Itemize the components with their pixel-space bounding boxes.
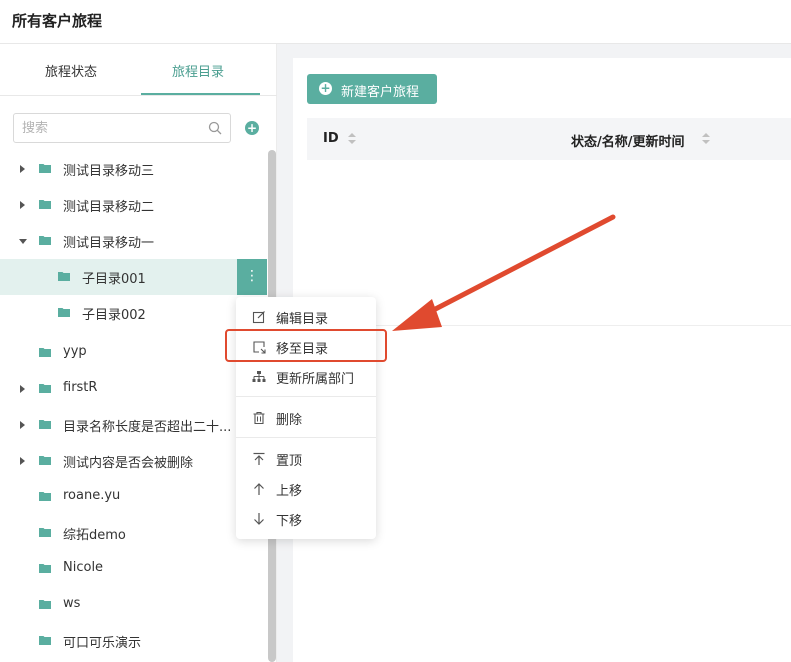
- tree-item-label: roane.yu: [63, 488, 121, 503]
- tree-item-label: firstR: [63, 380, 98, 395]
- tree-item[interactable]: 测试目录移动一: [0, 223, 267, 259]
- caret-right-icon[interactable]: [20, 201, 25, 209]
- folder-icon: [39, 348, 51, 357]
- tree-item-label: 子目录001: [82, 272, 146, 287]
- active-tab-indicator: [141, 93, 260, 95]
- new-journey-button[interactable]: + 新建客户旅程: [307, 74, 437, 104]
- search-icon[interactable]: [208, 121, 222, 135]
- menu-item-label: 更新所属部门: [276, 372, 355, 387]
- tree-item-label: 测试目录移动二: [63, 200, 155, 215]
- caret-right-icon[interactable]: [20, 385, 25, 393]
- folder-icon: [58, 272, 70, 281]
- caret-right-icon[interactable]: [20, 165, 25, 173]
- tab-journey-directory[interactable]: 旅程目录: [172, 61, 224, 80]
- caret-right-icon[interactable]: [20, 421, 25, 429]
- sort-icon[interactable]: [702, 133, 710, 145]
- arrow-down-icon: [254, 513, 264, 525]
- tree-item-label: 可口可乐演示: [63, 636, 142, 651]
- caret-down-icon[interactable]: [19, 239, 27, 244]
- tree-item[interactable]: 可口可乐演示: [0, 623, 267, 659]
- menu-item-label: 删除: [276, 413, 303, 428]
- folder-icon: [39, 420, 51, 429]
- org-icon: [252, 371, 266, 382]
- tree-item[interactable]: roane.yu: [0, 479, 267, 515]
- menu-item-label: 置顶: [276, 454, 303, 469]
- tree-item[interactable]: 综拓demo: [0, 515, 267, 551]
- menu-item-update-department[interactable]: 更新所属部门: [236, 362, 376, 392]
- pin-top-icon: [253, 452, 265, 465]
- menu-item-pin-top[interactable]: 置顶: [236, 444, 376, 474]
- tree-item[interactable]: 目录名称长度是否超出二十...: [0, 407, 267, 443]
- folder-icon: [39, 564, 51, 573]
- folder-icon: [39, 636, 51, 645]
- annotation-highlight-box: [225, 329, 387, 362]
- folder-icon: [39, 528, 51, 537]
- folder-icon: [39, 600, 51, 609]
- page-header: 所有客户旅程: [0, 0, 791, 44]
- folder-icon: [39, 384, 51, 393]
- tree-item[interactable]: ws: [0, 587, 267, 623]
- tree-item-label: yyp: [63, 344, 87, 359]
- tree-item-label: 子目录002: [82, 308, 146, 323]
- more-actions-button[interactable]: ⋮: [237, 259, 267, 295]
- folder-icon: [39, 200, 51, 209]
- tree-item-label: ws: [63, 596, 81, 611]
- tree-item[interactable]: 子目录002: [0, 295, 267, 331]
- tree-item[interactable]: 测试内容是否会被删除: [0, 443, 267, 479]
- tree-item-selected[interactable]: 子目录001 ⋮: [0, 259, 267, 295]
- tree-item-label: 测试目录移动一: [63, 236, 155, 251]
- tree-item[interactable]: Nicole: [0, 551, 267, 587]
- tree-item-label: 目录名称长度是否超出二十...: [63, 420, 232, 435]
- sort-icon[interactable]: [348, 133, 356, 145]
- tree-item[interactable]: 测试目录移动三: [0, 151, 267, 187]
- arrow-up-icon: [254, 483, 264, 495]
- tree-item[interactable]: 测试目录移动二: [0, 187, 267, 223]
- plus-icon: +: [319, 81, 332, 95]
- table-header: ID 状态/名称/更新时间: [307, 118, 791, 160]
- search-input[interactable]: [14, 114, 204, 142]
- menu-item-edit-directory[interactable]: 编辑目录: [236, 302, 376, 332]
- folder-icon: [39, 164, 51, 173]
- add-directory-button[interactable]: +: [245, 121, 259, 135]
- menu-item-delete[interactable]: 删除: [236, 403, 376, 433]
- tree-item-label: 综拓demo: [63, 528, 126, 543]
- menu-item-label: 上移: [276, 484, 303, 499]
- folder-icon: [58, 308, 70, 317]
- annotation-arrow-icon: [392, 214, 616, 331]
- search-box: [13, 113, 231, 143]
- menu-divider: [236, 396, 376, 397]
- menu-item-label: 下移: [276, 514, 303, 529]
- trash-icon: [253, 411, 265, 425]
- folder-icon: [39, 492, 51, 501]
- tree-item[interactable]: firstR: [0, 371, 267, 407]
- sidebar-tabs: 旅程状态 旅程目录: [0, 44, 277, 96]
- edit-icon: [252, 311, 265, 324]
- page-title: 所有客户旅程: [12, 12, 103, 30]
- folder-icon: [39, 456, 51, 465]
- menu-item-move-up[interactable]: 上移: [236, 474, 376, 504]
- menu-item-move-down[interactable]: 下移: [236, 504, 376, 534]
- menu-item-label: 编辑目录: [276, 312, 329, 327]
- tree-item-label: 测试内容是否会被删除: [63, 456, 194, 471]
- caret-right-icon[interactable]: [20, 457, 25, 465]
- tree-item-label: Nicole: [63, 560, 104, 575]
- column-header-id[interactable]: ID: [323, 131, 339, 146]
- column-header-status-name-time[interactable]: 状态/名称/更新时间: [571, 131, 685, 150]
- new-journey-label: 新建客户旅程: [341, 85, 420, 100]
- menu-divider: [236, 437, 376, 438]
- folder-icon: [39, 236, 51, 245]
- tree-item-label: 测试目录移动三: [63, 164, 155, 179]
- tab-journey-status[interactable]: 旅程状态: [45, 61, 97, 80]
